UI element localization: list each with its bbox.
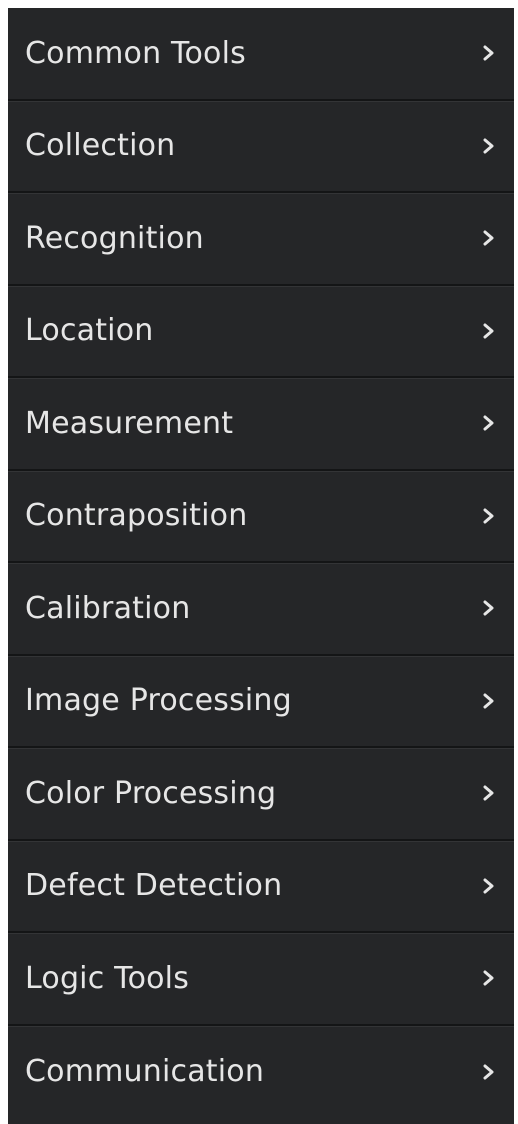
menu-item-label: Calibration: [25, 590, 191, 626]
menu-item-label: Contraposition: [25, 498, 248, 534]
chevron-right-icon: [481, 785, 497, 801]
chevron-right-icon: [481, 600, 497, 616]
menu-item-label: Collection: [25, 128, 176, 164]
menu-item-label: Common Tools: [25, 35, 246, 71]
chevron-right-icon: [481, 45, 497, 61]
menu-item-label: Communication: [25, 1054, 265, 1090]
menu-item-contraposition[interactable]: Contraposition: [8, 471, 514, 564]
tool-category-menu: Common Tools Collection Recognition Loca…: [8, 8, 514, 1124]
menu-item-label: Recognition: [25, 220, 204, 256]
chevron-right-icon: [481, 970, 497, 986]
menu-item-collection[interactable]: Collection: [8, 101, 514, 194]
chevron-right-icon: [481, 508, 497, 524]
menu-item-location[interactable]: Location: [8, 286, 514, 379]
chevron-right-icon: [481, 138, 497, 154]
menu-item-label: Defect Detection: [25, 868, 283, 904]
menu-item-label: Location: [25, 313, 154, 349]
menu-item-recognition[interactable]: Recognition: [8, 193, 514, 286]
menu-item-label: Color Processing: [25, 775, 277, 811]
chevron-right-icon: [481, 323, 497, 339]
menu-item-logic-tools[interactable]: Logic Tools: [8, 933, 514, 1026]
menu-item-image-processing[interactable]: Image Processing: [8, 656, 514, 749]
chevron-right-icon: [481, 230, 497, 246]
chevron-right-icon: [481, 415, 497, 431]
menu-item-calibration[interactable]: Calibration: [8, 563, 514, 656]
menu-item-color-processing[interactable]: Color Processing: [8, 748, 514, 841]
menu-item-measurement[interactable]: Measurement: [8, 378, 514, 471]
menu-item-common-tools[interactable]: Common Tools: [8, 8, 514, 101]
menu-item-label: Measurement: [25, 405, 234, 441]
menu-item-label: Logic Tools: [25, 960, 190, 996]
menu-item-communication[interactable]: Communication: [8, 1026, 514, 1119]
chevron-right-icon: [481, 878, 497, 894]
menu-item-defect-detection[interactable]: Defect Detection: [8, 841, 514, 934]
menu-item-label: Image Processing: [25, 683, 292, 719]
chevron-right-icon: [481, 693, 497, 709]
chevron-right-icon: [481, 1064, 497, 1080]
